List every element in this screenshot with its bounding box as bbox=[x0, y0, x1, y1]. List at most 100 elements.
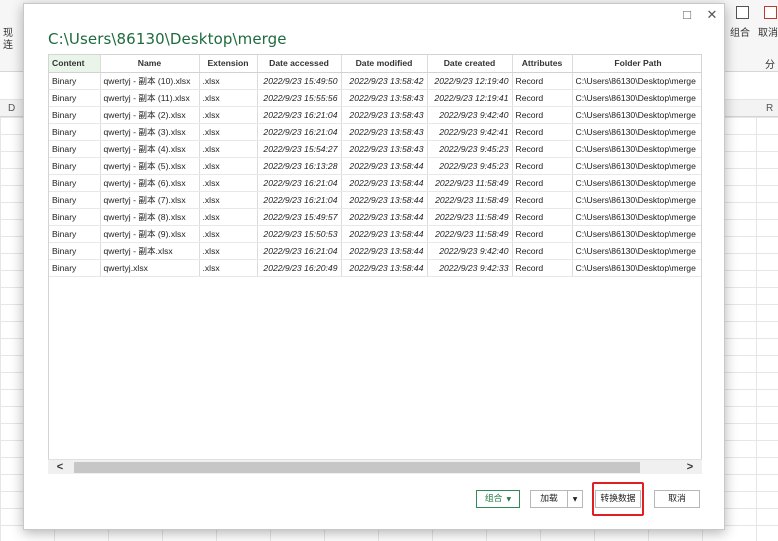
cell-name[interactable]: qwertyj - 副本.xlsx bbox=[100, 242, 200, 260]
cell-content[interactable]: Binary bbox=[49, 225, 101, 243]
cell-date-accessed[interactable]: 2022/9/23 15:55:56 bbox=[257, 89, 342, 107]
table-row[interactable]: Binary qwertyj - 副本 (3).xlsx .xlsx 2022/9/2… bbox=[49, 123, 701, 141]
cell-date-modified[interactable]: 2022/9/23 13:58:43 bbox=[341, 123, 428, 141]
cell-name[interactable]: qwertyj - 副本 (4).xlsx bbox=[100, 140, 200, 158]
cell-folder-path[interactable]: C:\Users\86130\Desktop\merge bbox=[572, 140, 701, 158]
cell-folder-path[interactable]: C:\Users\86130\Desktop\merge bbox=[572, 174, 701, 192]
load-button[interactable]: 加载 bbox=[530, 490, 568, 508]
cell-date-accessed[interactable]: 2022/9/23 15:49:57 bbox=[257, 208, 342, 226]
cell-attributes[interactable]: Record bbox=[512, 157, 573, 175]
cell-content[interactable]: Binary bbox=[49, 174, 101, 192]
cell-attributes[interactable]: Record bbox=[512, 259, 573, 277]
cell-date-created[interactable]: 2022/9/23 11:58:49 bbox=[427, 174, 513, 192]
cell-extension[interactable]: .xlsx bbox=[199, 123, 258, 141]
cell-extension[interactable]: .xlsx bbox=[199, 259, 258, 277]
cell-folder-path[interactable]: C:\Users\86130\Desktop\merge bbox=[572, 72, 701, 90]
cell-name[interactable]: qwertyj - 副本 (8).xlsx bbox=[100, 208, 200, 226]
group-icon[interactable] bbox=[736, 6, 749, 19]
cell-date-created[interactable]: 2022/9/23 12:19:40 bbox=[427, 72, 513, 90]
cell-folder-path[interactable]: C:\Users\86130\Desktop\merge bbox=[572, 208, 701, 226]
cell-date-modified[interactable]: 2022/9/23 13:58:43 bbox=[341, 106, 428, 124]
cell-date-created[interactable]: 2022/9/23 9:45:23 bbox=[427, 157, 513, 175]
table-row[interactable]: Binary qwertyj - 副本 (7).xlsx .xlsx 2022/9/2… bbox=[49, 191, 701, 209]
cell-date-modified[interactable]: 2022/9/23 13:58:44 bbox=[341, 208, 428, 226]
close-icon[interactable]: ✕ bbox=[705, 8, 719, 22]
cell-attributes[interactable]: Record bbox=[512, 174, 573, 192]
scroll-right-arrow-icon[interactable]: > bbox=[680, 460, 700, 475]
cell-date-accessed[interactable]: 2022/9/23 15:49:50 bbox=[257, 72, 342, 90]
cell-date-created[interactable]: 2022/9/23 9:42:41 bbox=[427, 123, 513, 141]
cell-extension[interactable]: .xlsx bbox=[199, 89, 258, 107]
maximize-icon[interactable]: □ bbox=[680, 8, 694, 22]
cell-date-modified[interactable]: 2022/9/23 13:58:43 bbox=[341, 140, 428, 158]
cancel-button[interactable]: 取消 bbox=[654, 490, 700, 508]
table-row[interactable]: Binary qwertyj - 副本 (6).xlsx .xlsx 2022/9/2… bbox=[49, 174, 701, 192]
cell-attributes[interactable]: Record bbox=[512, 225, 573, 243]
cell-date-created[interactable]: 2022/9/23 11:58:49 bbox=[427, 225, 513, 243]
cell-name[interactable]: qwertyj.xlsx bbox=[100, 259, 200, 277]
table-row[interactable]: Binary qwertyj - 副本 (4).xlsx .xlsx 2022/9/2… bbox=[49, 140, 701, 158]
cell-content[interactable]: Binary bbox=[49, 106, 101, 124]
table-row[interactable]: Binary qwertyj - 副本 (10).xlsx .xlsx 2022/9/… bbox=[49, 72, 701, 90]
cell-date-modified[interactable]: 2022/9/23 13:58:44 bbox=[341, 225, 428, 243]
col-header-content[interactable]: Content bbox=[49, 55, 101, 73]
cell-content[interactable]: Binary bbox=[49, 191, 101, 209]
cell-content[interactable]: Binary bbox=[49, 157, 101, 175]
cell-attributes[interactable]: Record bbox=[512, 89, 573, 107]
cell-folder-path[interactable]: C:\Users\86130\Desktop\merge bbox=[572, 123, 701, 141]
table-row[interactable]: Binary qwertyj - 副本 (11).xlsx .xlsx 2022/9/… bbox=[49, 89, 701, 107]
cell-date-accessed[interactable]: 2022/9/23 15:50:53 bbox=[257, 225, 342, 243]
ribbon-ungroup-label[interactable]: 取消 bbox=[758, 24, 778, 39]
cell-date-modified[interactable]: 2022/9/23 13:58:44 bbox=[341, 174, 428, 192]
cell-content[interactable]: Binary bbox=[49, 140, 101, 158]
cell-content[interactable]: Binary bbox=[49, 72, 101, 90]
cell-name[interactable]: qwertyj - 副本 (10).xlsx bbox=[100, 72, 200, 90]
cell-name[interactable]: qwertyj - 副本 (6).xlsx bbox=[100, 174, 200, 192]
col-header-date-modified[interactable]: Date modified bbox=[341, 55, 428, 73]
cell-date-accessed[interactable]: 2022/9/23 16:21:04 bbox=[257, 123, 342, 141]
cell-date-created[interactable]: 2022/9/23 9:42:40 bbox=[427, 106, 513, 124]
scrollbar-thumb[interactable] bbox=[74, 462, 640, 473]
column-header-d[interactable]: D bbox=[8, 103, 15, 114]
cell-date-accessed[interactable]: 2022/9/23 16:21:04 bbox=[257, 242, 342, 260]
cell-folder-path[interactable]: C:\Users\86130\Desktop\merge bbox=[572, 157, 701, 175]
cell-date-created[interactable]: 2022/9/23 9:42:40 bbox=[427, 242, 513, 260]
cell-extension[interactable]: .xlsx bbox=[199, 140, 258, 158]
cell-attributes[interactable]: Record bbox=[512, 140, 573, 158]
cell-folder-path[interactable]: C:\Users\86130\Desktop\merge bbox=[572, 225, 701, 243]
cell-date-accessed[interactable]: 2022/9/23 16:21:04 bbox=[257, 191, 342, 209]
col-header-extension[interactable]: Extension bbox=[199, 55, 258, 73]
cell-extension[interactable]: .xlsx bbox=[199, 242, 258, 260]
cell-name[interactable]: qwertyj - 副本 (11).xlsx bbox=[100, 89, 200, 107]
combine-button[interactable]: 组合 ▼ bbox=[476, 490, 520, 508]
column-header-r[interactable]: R bbox=[766, 103, 773, 114]
load-dropdown-button[interactable]: ▼ bbox=[567, 490, 583, 508]
cell-date-created[interactable]: 2022/9/23 9:45:23 bbox=[427, 140, 513, 158]
cell-date-modified[interactable]: 2022/9/23 13:58:44 bbox=[341, 242, 428, 260]
col-header-name[interactable]: Name bbox=[100, 55, 200, 73]
cell-extension[interactable]: .xlsx bbox=[199, 72, 258, 90]
cell-date-accessed[interactable]: 2022/9/23 16:21:04 bbox=[257, 106, 342, 124]
cell-date-created[interactable]: 2022/9/23 12:19:41 bbox=[427, 89, 513, 107]
cell-name[interactable]: qwertyj - 副本 (3).xlsx bbox=[100, 123, 200, 141]
table-row[interactable]: Binary qwertyj - 副本 (2).xlsx .xlsx 2022/9/2… bbox=[49, 106, 701, 124]
cell-attributes[interactable]: Record bbox=[512, 242, 573, 260]
cell-date-accessed[interactable]: 2022/9/23 16:13:28 bbox=[257, 157, 342, 175]
cell-content[interactable]: Binary bbox=[49, 123, 101, 141]
cell-date-modified[interactable]: 2022/9/23 13:58:44 bbox=[341, 191, 428, 209]
cell-date-modified[interactable]: 2022/9/23 13:58:43 bbox=[341, 89, 428, 107]
cell-folder-path[interactable]: C:\Users\86130\Desktop\merge bbox=[572, 106, 701, 124]
cell-name[interactable]: qwertyj - 副本 (2).xlsx bbox=[100, 106, 200, 124]
cell-attributes[interactable]: Record bbox=[512, 191, 573, 209]
cell-extension[interactable]: .xlsx bbox=[199, 174, 258, 192]
cell-extension[interactable]: .xlsx bbox=[199, 157, 258, 175]
cell-name[interactable]: qwertyj - 副本 (9).xlsx bbox=[100, 225, 200, 243]
table-row[interactable]: Binary qwertyj - 副本 (9).xlsx .xlsx 2022/9/2… bbox=[49, 225, 701, 243]
col-header-attributes[interactable]: Attributes bbox=[512, 55, 573, 73]
cell-extension[interactable]: .xlsx bbox=[199, 106, 258, 124]
cell-attributes[interactable]: Record bbox=[512, 208, 573, 226]
table-row[interactable]: Binary qwertyj - 副本 (5).xlsx .xlsx 2022/9/2… bbox=[49, 157, 701, 175]
cell-folder-path[interactable]: C:\Users\86130\Desktop\merge bbox=[572, 242, 701, 260]
table-row[interactable]: Binary qwertyj.xlsx .xlsx 2022/9/23 16:20:4… bbox=[49, 259, 701, 277]
col-header-date-created[interactable]: Date created bbox=[427, 55, 513, 73]
